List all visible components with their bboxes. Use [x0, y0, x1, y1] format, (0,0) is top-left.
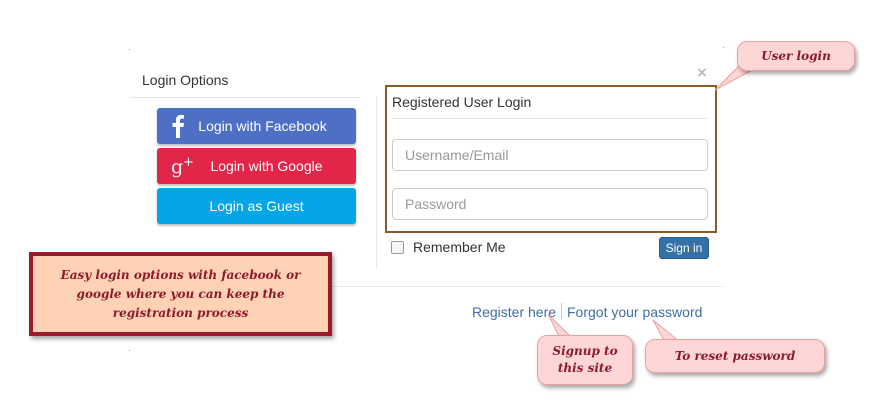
easy-login-callout: Easy login options with facebook or goog…	[29, 252, 332, 336]
signup-callout-line: this site	[557, 361, 613, 375]
user-login-callout: User login	[737, 41, 855, 71]
signup-callout: Signup to this site	[537, 335, 633, 385]
signup-callout-line: Signup to	[552, 344, 618, 358]
reset-password-callout: To reset password	[645, 339, 825, 373]
